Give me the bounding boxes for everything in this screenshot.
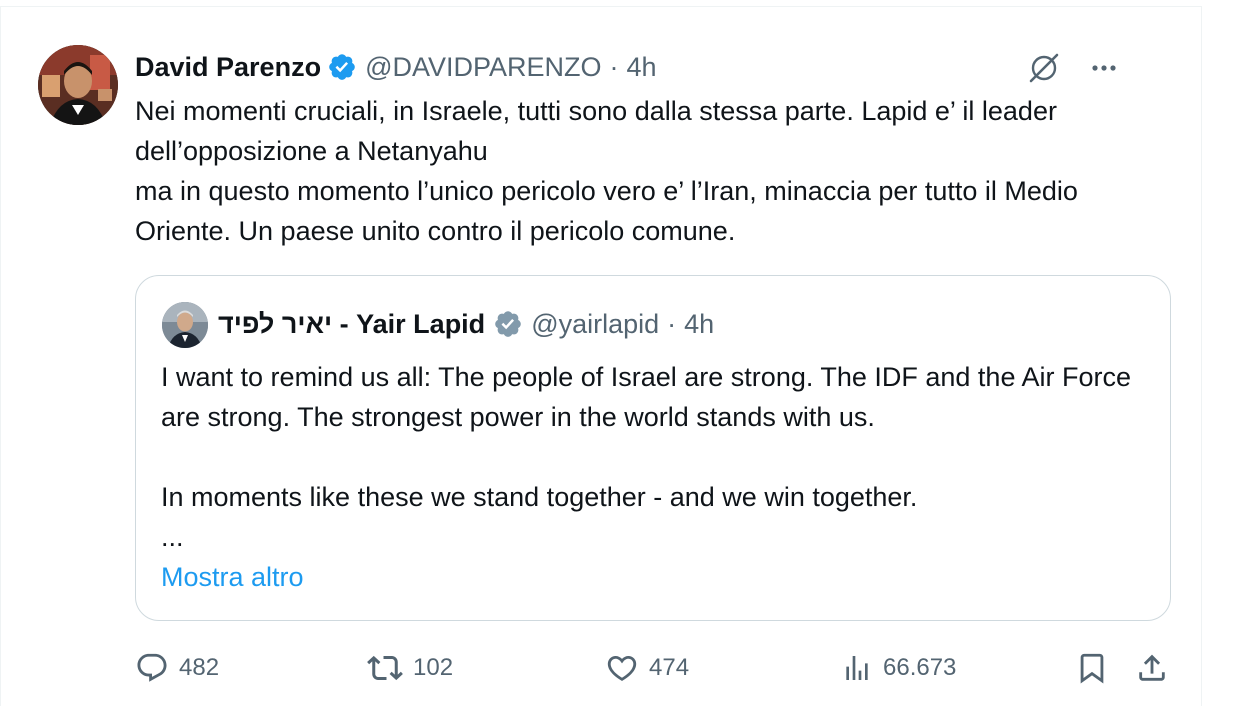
bookmark-icon bbox=[1075, 651, 1109, 685]
bookmark-button[interactable] bbox=[1075, 647, 1109, 689]
repost-button[interactable]: 102 bbox=[367, 647, 453, 689]
quoted-tweet[interactable]: יאיר לפיד - Yair Lapid @yairlapid · 4h I… bbox=[135, 275, 1171, 621]
action-bar: 482 102 474 66.673 bbox=[135, 647, 1171, 689]
more-icon[interactable] bbox=[1085, 49, 1123, 87]
author-name[interactable]: David Parenzo bbox=[135, 52, 321, 83]
tweet-text-line-1: Nei momenti cruciali, in Israele, tutti … bbox=[135, 96, 1057, 166]
author-handle[interactable]: @DAVIDPARENZO bbox=[365, 52, 601, 83]
tweet-text-line-2: ma in questo momento l’unico pericolo ve… bbox=[135, 176, 1078, 246]
repost-icon bbox=[367, 650, 403, 686]
grok-icon[interactable] bbox=[1025, 49, 1063, 87]
tweet-time[interactable]: 4h bbox=[627, 52, 657, 83]
header-actions bbox=[1025, 49, 1123, 87]
separator-dot: · bbox=[667, 308, 677, 339]
quote-author-name[interactable]: יאיר לפיד - Yair Lapid bbox=[218, 309, 485, 340]
share-button[interactable] bbox=[1135, 647, 1169, 689]
verified-badge-icon[interactable] bbox=[493, 309, 523, 339]
views-count: 66.673 bbox=[883, 654, 957, 681]
like-button[interactable]: 474 bbox=[605, 647, 689, 689]
quote-header: יאיר לפיד - Yair Lapid @yairlapid · 4h bbox=[218, 304, 714, 344]
tweet-text: Nei momenti cruciali, in Israele, tutti … bbox=[135, 91, 1165, 251]
page: David Parenzo @DAVIDPARENZO · 4h Nei mom… bbox=[0, 0, 1252, 706]
like-count: 474 bbox=[649, 654, 690, 681]
like-icon bbox=[605, 651, 639, 685]
repost-count: 102 bbox=[413, 654, 454, 681]
quote-time[interactable]: 4h bbox=[684, 309, 714, 340]
quote-ellipsis: ... bbox=[161, 522, 184, 552]
author-avatar[interactable] bbox=[38, 45, 118, 125]
reply-button[interactable]: 482 bbox=[135, 647, 219, 689]
quote-paragraph-2: In moments like these we stand together … bbox=[161, 482, 918, 512]
views-button[interactable]: 66.673 bbox=[841, 647, 956, 689]
quote-paragraph-1: I want to remind us all: The people of I… bbox=[161, 362, 1131, 432]
quote-author-handle[interactable]: @yairlapid bbox=[531, 309, 659, 340]
show-more-link[interactable]: Mostra altro bbox=[161, 557, 304, 597]
quote-body: I want to remind us all: The people of I… bbox=[161, 357, 1151, 557]
reply-count: 482 bbox=[179, 654, 220, 681]
reply-icon bbox=[135, 651, 169, 685]
tweet-card[interactable]: David Parenzo @DAVIDPARENZO · 4h Nei mom… bbox=[0, 6, 1202, 706]
separator-dot: · bbox=[609, 51, 619, 82]
views-icon bbox=[841, 652, 873, 684]
share-icon bbox=[1135, 651, 1169, 685]
verified-badge-icon[interactable] bbox=[327, 52, 357, 82]
tweet-header: David Parenzo @DAVIDPARENZO · 4h bbox=[135, 47, 657, 87]
quote-author-avatar[interactable] bbox=[162, 302, 208, 348]
